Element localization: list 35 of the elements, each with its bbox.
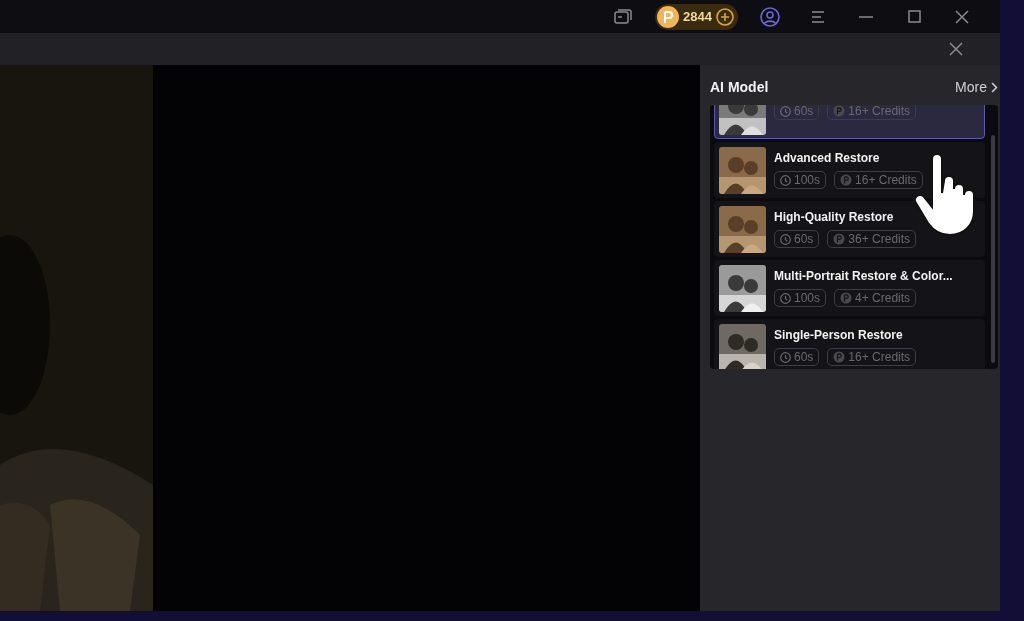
clock-icon — [780, 174, 791, 186]
credits-tag: 16+ Credits — [834, 171, 923, 189]
more-link[interactable]: More — [955, 79, 998, 95]
duration-tag: 60s — [774, 105, 820, 120]
clock-icon — [780, 351, 791, 363]
coin-icon — [833, 351, 846, 363]
clock-icon — [780, 105, 791, 117]
model-item[interactable]: Multi-Portrait Restore & Color... 100s 4+ Credits — [714, 260, 985, 316]
model-name: High-Quality Restore — [774, 210, 895, 224]
chevron-icon — [991, 81, 998, 93]
coin-icon — [833, 105, 846, 117]
credits-tag: 36+ Credits — [827, 230, 917, 248]
duration-tag: 100s — [774, 171, 827, 189]
duration-tag: 100s — [774, 289, 827, 307]
duration-tag: 60s — [774, 348, 820, 366]
coin-icon — [657, 5, 680, 28]
coin-icon — [833, 233, 846, 245]
panel-title: AI Model — [710, 79, 769, 95]
credits-tag: 16+ Credits — [827, 348, 917, 366]
coin-icon — [840, 292, 853, 304]
credit-count: 2844 — [683, 9, 712, 24]
model-name: Single-Person Restore — [774, 328, 904, 342]
credits-badge[interactable]: 2844 — [655, 3, 738, 30]
clock-icon — [780, 292, 791, 304]
model-item[interactable]: Single-Person Restore 60s 16+ Credits — [714, 319, 985, 369]
model-name: Multi-Portrait Restore & Color... — [774, 269, 953, 283]
coin-icon — [840, 174, 853, 186]
add-icon[interactable] — [716, 7, 734, 26]
credits-tag: 16+ Credits — [827, 105, 917, 120]
duration-tag: 60s — [774, 230, 820, 248]
credits-tag: 4+ Credits — [834, 289, 917, 307]
scrollbar[interactable] — [991, 135, 995, 363]
model-item[interactable]: Advanced Restore 100s 16+ Credits — [714, 142, 985, 198]
clock-icon — [780, 233, 791, 245]
model-name: Advanced Restore — [774, 151, 881, 165]
